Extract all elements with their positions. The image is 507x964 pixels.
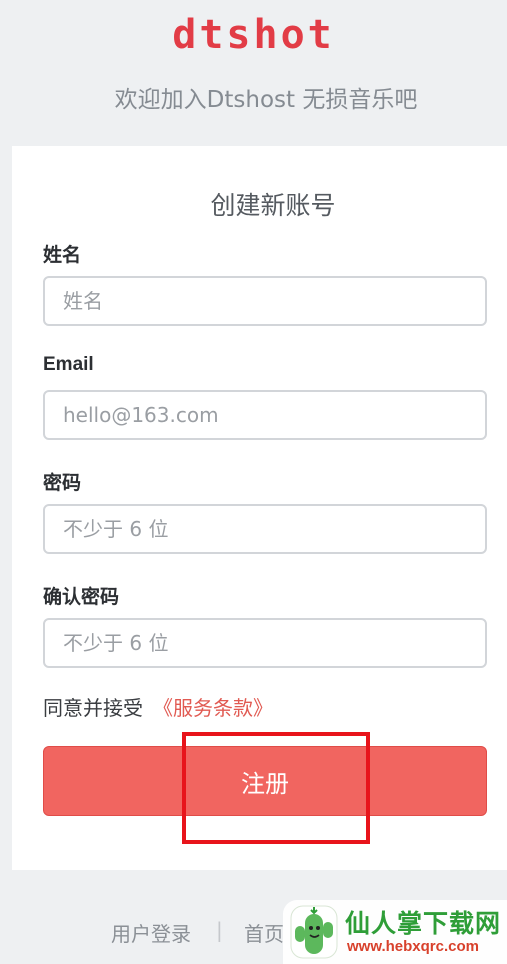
register-button[interactable]: 注册 (43, 746, 487, 816)
page-title: 创建新账号 (210, 191, 336, 220)
site-logo: dtshot (172, 12, 335, 58)
terms-link[interactable]: 《服务条款》 (153, 696, 273, 720)
name-input[interactable] (43, 276, 487, 326)
terms-agreement: 同意并接受 《服务条款》 (43, 692, 273, 721)
watermark-url: www.hebxqrc.com (347, 938, 479, 955)
email-label: Email (43, 354, 94, 375)
cactus-icon (290, 905, 338, 959)
password-label: 密码 (43, 473, 82, 494)
email-input[interactable] (43, 390, 487, 440)
confirm-password-label: 确认密码 (43, 587, 120, 608)
name-label: 姓名 (43, 245, 82, 266)
confirm-password-input[interactable] (43, 618, 487, 668)
login-link[interactable]: 用户登录 (111, 918, 191, 947)
register-card: 创建新账号 姓名 Email 密码 确认密码 同意并接受《服务条款》 注册 (12, 146, 507, 870)
password-input[interactable] (43, 504, 487, 554)
home-link[interactable]: 首页 (244, 918, 284, 947)
watermark-site-name: 仙人掌下载网 (345, 909, 502, 938)
site-tagline: 欢迎加入Dtshost 无损音乐吧 (114, 87, 418, 113)
footer-separator: | (216, 918, 223, 942)
agree-text: 同意并接受 (43, 696, 143, 720)
site-watermark: 仙人掌下载网 www.hebxqrc.com (283, 900, 507, 964)
